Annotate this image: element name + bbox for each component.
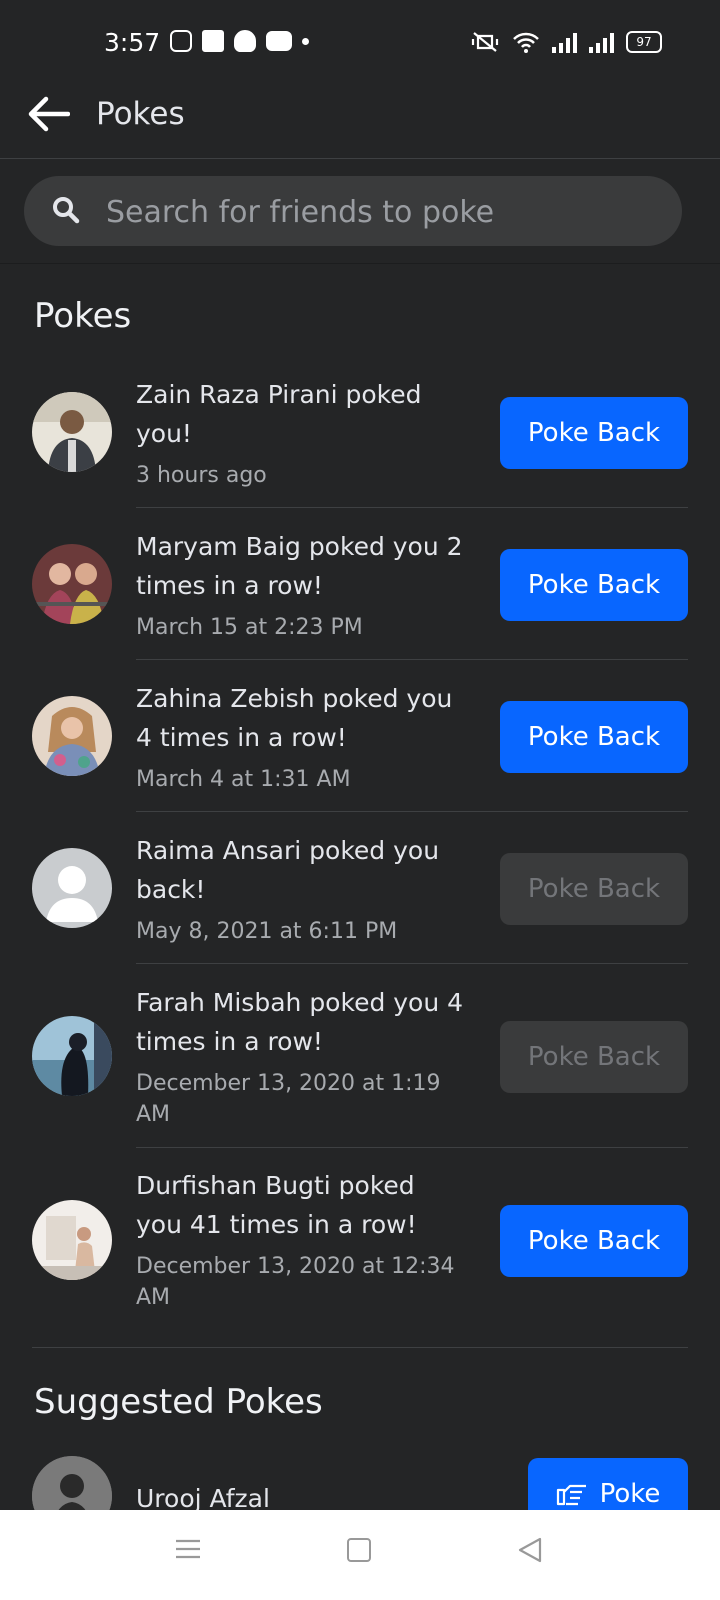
poke-hand-icon	[556, 1484, 586, 1506]
suggested-name[interactable]: Urooj Afzal	[136, 1484, 270, 1513]
signal-icon-2	[589, 31, 614, 53]
poke-back-button-disabled: Poke Back	[500, 853, 688, 925]
divider	[136, 507, 688, 508]
back-arrow-icon[interactable]	[26, 96, 70, 132]
status-time: 3:57	[104, 28, 161, 57]
snapchat-icon	[234, 30, 256, 52]
poke-back-button[interactable]: Poke Back	[500, 397, 688, 469]
avatar[interactable]	[32, 1016, 112, 1096]
poke-back-button[interactable]: Poke Back	[500, 549, 688, 621]
recent-apps-icon[interactable]	[174, 1538, 202, 1560]
home-icon[interactable]	[347, 1538, 371, 1562]
vibrate-off-icon	[471, 32, 499, 52]
avatar[interactable]	[32, 1200, 112, 1280]
poke-timestamp: March 15 at 2:23 PM	[136, 615, 363, 640]
poke-message: Farah Misbah poked you 4 times in a row!	[136, 988, 464, 1056]
poke-back-button-disabled: Poke Back	[500, 1021, 688, 1093]
divider	[136, 659, 688, 660]
page-title: Pokes	[96, 96, 185, 132]
system-icons: 97	[470, 30, 662, 54]
poke-timestamp: 3 hours ago	[136, 463, 267, 488]
avatar[interactable]	[32, 696, 112, 776]
section-title-suggested: Suggested Pokes	[34, 1382, 323, 1422]
default-avatar-icon[interactable]	[32, 848, 112, 928]
poke-message: Maryam Baig poked you 2 times in a row!	[136, 532, 463, 600]
divider	[0, 263, 720, 264]
instagram-icon	[170, 30, 192, 52]
wifi-icon	[513, 32, 539, 53]
section-title-pokes: Pokes	[34, 296, 132, 336]
poke-timestamp: December 13, 2020 at 1:19 AM	[136, 1071, 441, 1127]
poke-timestamp: March 4 at 1:31 AM	[136, 767, 351, 792]
divider	[136, 963, 688, 964]
search-icon	[53, 197, 80, 224]
avatar[interactable]	[32, 544, 112, 624]
divider	[136, 811, 688, 812]
section-divider	[32, 1347, 688, 1348]
avatar[interactable]	[32, 392, 112, 472]
divider	[136, 1147, 688, 1148]
search-input[interactable]	[104, 176, 668, 248]
poke-message: Zain Raza Pirani poked you!	[136, 380, 422, 448]
poke-timestamp: December 13, 2020 at 12:34 AM	[136, 1254, 455, 1310]
poke-back-button[interactable]: Poke Back	[500, 1205, 688, 1277]
poke-message: Zahina Zebish poked you 4 times in a row…	[136, 684, 453, 752]
search-bar[interactable]	[24, 176, 682, 248]
poke-message: Durfishan Bugti poked you 41 times in a …	[136, 1171, 417, 1239]
nav-back-icon[interactable]	[516, 1536, 544, 1564]
status-bar: 3:57 97	[0, 0, 720, 90]
facebook-icon	[202, 30, 224, 52]
poke-timestamp: May 8, 2021 at 6:11 PM	[136, 919, 398, 944]
notification-icons	[170, 30, 309, 52]
youtube-icon	[266, 31, 292, 51]
dot-icon	[302, 37, 309, 45]
poke-message: Raima Ansari poked you back!	[136, 836, 440, 904]
poke-button-label: Poke	[599, 1479, 661, 1509]
battery-icon: 97	[626, 31, 662, 53]
poke-back-button[interactable]: Poke Back	[500, 701, 688, 773]
signal-icon	[552, 31, 577, 53]
